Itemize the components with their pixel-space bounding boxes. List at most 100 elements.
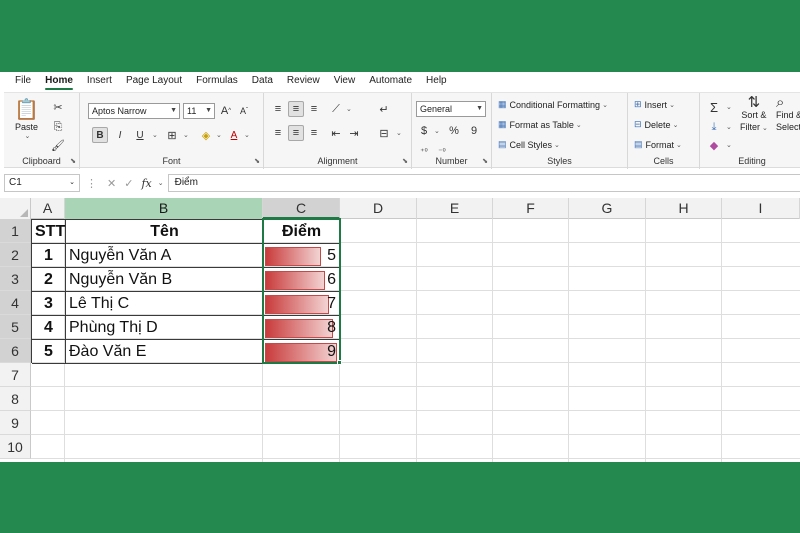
cut-icon[interactable]: ✂ (50, 99, 66, 115)
row-header-2[interactable]: 2 (0, 243, 31, 267)
dialog-launcher-icon[interactable]: ⬊ (254, 157, 260, 165)
chevron-down-icon[interactable]: ⌄ (152, 131, 158, 139)
cell-name[interactable]: Phùng Thị D (66, 316, 264, 340)
align-middle-icon[interactable]: ≡ (288, 101, 304, 117)
chevron-down-icon[interactable]: ▼ (476, 102, 483, 116)
tab-page-layout[interactable]: Page Layout (119, 72, 189, 90)
clear-icon[interactable]: ◆ (706, 137, 722, 153)
fill-color-icon[interactable]: ◈ (198, 127, 214, 143)
row-header-7[interactable]: 7 (0, 363, 31, 387)
cell-a1[interactable]: STT (32, 220, 66, 244)
grow-font-button[interactable]: A ^ (218, 103, 234, 119)
chevron-down-icon[interactable]: ⌄ (726, 123, 732, 131)
find-select-button[interactable]: ⌕ Find & Select⌄ (776, 95, 800, 135)
cell-name[interactable]: Đào Văn E (66, 340, 264, 364)
align-right-icon[interactable]: ≡ (306, 125, 322, 141)
chevron-down-icon[interactable]: ⌄ (726, 141, 732, 149)
format-as-table-button[interactable]: ▦ Format as Table ⌄ (498, 119, 582, 130)
tab-insert[interactable]: Insert (80, 72, 119, 90)
align-bottom-icon[interactable]: ≡ (306, 101, 322, 117)
paste-button[interactable]: 📋 Paste ⌄ (14, 97, 39, 140)
format-cells-button[interactable]: ▤ Format ⌄ (634, 139, 682, 150)
cell-stt[interactable]: 2 (32, 268, 66, 292)
column-header-h[interactable]: H (646, 198, 722, 219)
currency-button[interactable]: $ (416, 123, 432, 139)
delete-cells-button[interactable]: ⊟ Delete ⌄ (634, 119, 678, 130)
dialog-launcher-icon[interactable]: ⬊ (70, 157, 76, 165)
font-size-select[interactable]: 11 ▼ (183, 103, 215, 119)
sort-filter-button[interactable]: ⇅ Sort & Filter ⌄ (740, 95, 768, 135)
cell-stt[interactable]: 1 (32, 244, 66, 268)
tab-formulas[interactable]: Formulas (189, 72, 245, 90)
chevron-down-icon[interactable]: ⌄ (216, 131, 222, 139)
row-header-4[interactable]: 4 (0, 291, 31, 315)
font-name-select[interactable]: Aptos Narrow ▼ (88, 103, 180, 119)
chevron-down-icon[interactable]: ⌄ (244, 131, 250, 139)
chevron-down-icon[interactable]: ⌄ (434, 127, 440, 135)
tab-file[interactable]: File (8, 72, 38, 90)
column-header-e[interactable]: E (417, 198, 493, 219)
cell-stt[interactable]: 5 (32, 340, 66, 364)
dialog-launcher-icon[interactable]: ⬊ (402, 157, 408, 165)
dialog-launcher-icon[interactable]: ⬊ (482, 157, 488, 165)
font-color-icon[interactable]: A (226, 127, 242, 143)
insert-function-button[interactable]: fx (141, 177, 151, 190)
column-header-b[interactable]: B (65, 198, 263, 219)
percent-button[interactable]: % (446, 123, 462, 139)
cell-score[interactable]: 9 (264, 340, 340, 364)
shrink-font-button[interactable]: Aˇ (236, 103, 252, 119)
tab-view[interactable]: View (327, 72, 363, 90)
chevron-down-icon[interactable]: ⌄ (396, 129, 402, 137)
copy-icon[interactable]: ⎘ (50, 119, 66, 135)
cell-score[interactable]: 6 (264, 268, 340, 292)
enter-icon[interactable]: ✓ (124, 177, 133, 190)
format-painter-icon[interactable]: 🖌 (50, 137, 66, 153)
borders-icon[interactable]: ⊞ (164, 127, 180, 143)
row-header-3[interactable]: 3 (0, 267, 31, 291)
row-header-6[interactable]: 6 (0, 339, 31, 363)
number-format-select[interactable]: General ▼ (416, 101, 486, 117)
row-header-1[interactable]: 1 (0, 219, 31, 243)
merge-center-icon[interactable]: ⊟ (376, 125, 392, 141)
bold-button[interactable]: B (92, 127, 108, 143)
column-header-a[interactable]: A (31, 198, 65, 219)
cell-stt[interactable]: 3 (32, 292, 66, 316)
cell-score[interactable]: 7 (264, 292, 340, 316)
chevron-down-icon[interactable]: ⌄ (726, 103, 732, 111)
cancel-icon[interactable]: ✕ (107, 177, 116, 190)
cell-score[interactable]: 8 (264, 316, 340, 340)
column-header-g[interactable]: G (569, 198, 646, 219)
fill-handle[interactable] (337, 360, 342, 365)
tab-automate[interactable]: Automate (362, 72, 419, 90)
name-box[interactable]: C1 ⌄ (4, 174, 80, 192)
select-all-button[interactable] (0, 198, 31, 219)
tab-home[interactable]: Home (38, 72, 80, 90)
column-header-f[interactable]: F (493, 198, 569, 219)
insert-cells-button[interactable]: ⊞ Insert ⌄ (634, 99, 675, 110)
row-header-10[interactable]: 10 (0, 435, 31, 459)
increase-indent-icon[interactable]: ⇥ (346, 125, 362, 141)
column-header-i[interactable]: I (722, 198, 800, 219)
cell-c1[interactable]: Điểm (264, 220, 340, 244)
cell-score[interactable]: 5 (264, 244, 340, 268)
tab-data[interactable]: Data (245, 72, 280, 90)
more-options-icon[interactable]: ⋮ (86, 177, 97, 190)
cell-name[interactable]: Nguyễn Văn B (66, 268, 264, 292)
fill-icon[interactable]: ⤓ (706, 119, 722, 135)
align-center-icon[interactable]: ≡ (288, 125, 304, 141)
underline-button[interactable]: U (132, 127, 148, 143)
tab-help[interactable]: Help (419, 72, 454, 90)
chevron-down-icon[interactable]: ⌄ (158, 179, 164, 187)
comma-button[interactable]: 9 (466, 123, 482, 139)
italic-button[interactable]: I (112, 127, 128, 143)
chevron-down-icon[interactable]: ⌄ (346, 105, 352, 113)
align-top-icon[interactable]: ≡ (270, 101, 286, 117)
formula-input[interactable]: Điểm (167, 174, 800, 192)
row-header-8[interactable]: 8 (0, 387, 31, 411)
row-header-9[interactable]: 9 (0, 411, 31, 435)
tab-review[interactable]: Review (280, 72, 327, 90)
column-header-c[interactable]: C (263, 198, 340, 219)
cell-b1[interactable]: Tên (66, 220, 264, 244)
autosum-icon[interactable]: Σ (706, 99, 722, 115)
orientation-icon[interactable]: ⟋ (328, 101, 344, 117)
